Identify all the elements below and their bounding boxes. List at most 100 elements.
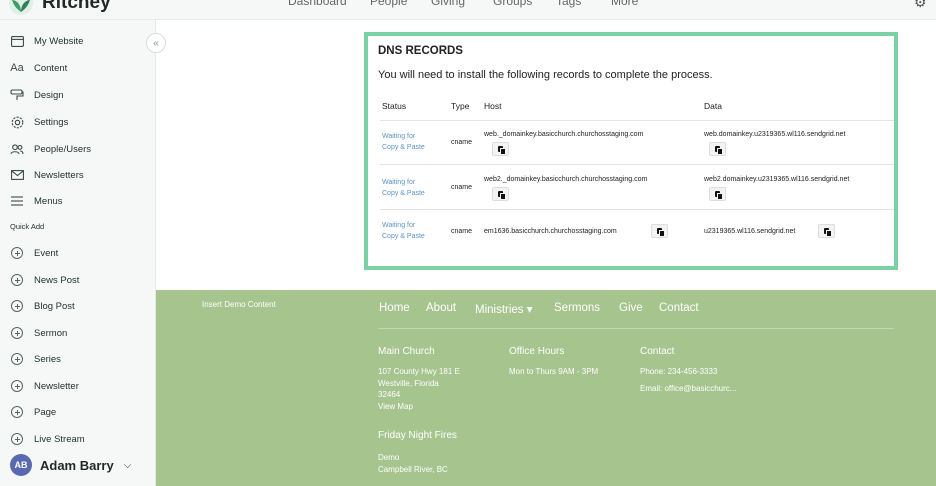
office-hours-text: Mon to Thurs 9AM - 3PM: [509, 367, 599, 376]
quick-add-newsletter[interactable]: Newsletter: [0, 374, 156, 398]
quick-add-label: Blog Post: [34, 300, 75, 312]
copy-data-button[interactable]: [818, 224, 835, 238]
sidebar-item-my-website[interactable]: My Website: [0, 29, 156, 53]
plus-circle-icon: [9, 272, 25, 288]
office-hours-heading: Office Hours: [509, 346, 565, 357]
chevron-down-icon: ⌵: [123, 459, 132, 471]
mail-icon: [9, 167, 25, 183]
quick-add-blog-post[interactable]: Blog Post: [0, 294, 156, 318]
status-link[interactable]: Waiting for Copy & Paste: [382, 177, 438, 199]
quick-add-page[interactable]: Page: [0, 400, 156, 424]
sidebar-item-design[interactable]: Design: [0, 83, 156, 107]
user-menu[interactable]: AB Adam Barry ⌵: [10, 454, 131, 476]
record-data: web.domainkey.u2319365.wl116.sendgrid.ne…: [704, 131, 846, 138]
column-header-data: Data: [704, 101, 722, 111]
sidebar-item-content[interactable]: Aa Content: [0, 56, 156, 80]
status-link[interactable]: Waiting for Copy & Paste: [382, 131, 438, 153]
quick-add-sermon[interactable]: Sermon: [0, 321, 156, 345]
dns-instructions: You will need to install the following r…: [378, 69, 713, 81]
copy-host-button[interactable]: [492, 142, 509, 156]
quick-add-label: Page: [34, 406, 57, 418]
copy-host-button[interactable]: [492, 187, 509, 201]
footer-divider: [378, 328, 894, 329]
record-host: em1636.basicchurch.churchosstaging.com: [484, 228, 617, 235]
record-data: u2319365.wl116.sendgrid.net: [704, 228, 796, 235]
contact-phone: Phone: 234-456-3333: [640, 367, 718, 376]
insert-demo-content-link[interactable]: Insert Demo Content: [202, 300, 276, 309]
quick-add-event[interactable]: Event: [0, 241, 156, 265]
brand-name: Ritchey: [42, 0, 111, 13]
sidebar-item-label: Settings: [34, 116, 69, 128]
plus-circle-icon: [9, 378, 25, 394]
record-type: cname: [451, 184, 473, 191]
plus-circle-icon: [9, 245, 25, 261]
user-name: Adam Barry: [40, 457, 114, 473]
footer-nav-contact[interactable]: Contact: [659, 302, 699, 314]
quick-add-label: Newsletter: [34, 380, 79, 392]
sidebar-item-settings[interactable]: Settings: [0, 110, 156, 134]
record-host: web2._domainkey.basicchurch.churchosstag…: [484, 176, 648, 183]
top-nav-tags[interactable]: Tags: [556, 0, 611, 8]
text-aa-icon: Aa: [10, 62, 24, 74]
plus-circle-icon: [9, 351, 25, 367]
top-nav-groups[interactable]: Groups: [493, 0, 556, 8]
footer-nav-give[interactable]: Give: [619, 302, 643, 314]
sidebar-item-label: Content: [34, 62, 68, 74]
quick-add-series[interactable]: Series: [0, 347, 156, 371]
sidebar-item-newsletters[interactable]: Newsletters: [0, 163, 156, 187]
brand-logo[interactable]: Ritchey: [8, 0, 111, 16]
record-data: web2.domainkey.u2319365.wl116.sendgrid.n…: [704, 176, 850, 183]
dns-title: DNS RECORDS: [378, 45, 463, 57]
top-nav-more[interactable]: More: [611, 0, 661, 8]
double-chevron-left-icon: «: [153, 37, 159, 49]
contact-heading: Contact: [640, 346, 675, 357]
dns-records-panel: DNS RECORDS You will need to install the…: [364, 32, 898, 270]
gear-icon[interactable]: ⚙: [914, 0, 927, 11]
view-map-link[interactable]: View Map: [378, 401, 460, 413]
site-footer-preview: Insert Demo Content Home About Ministrie…: [156, 290, 936, 486]
footer-nav-sermons[interactable]: Sermons: [554, 302, 600, 314]
friday-night-location: Demo Campbell River, BC: [378, 453, 448, 474]
sidebar-item-label: Menus: [34, 195, 63, 207]
copy-host-button[interactable]: [651, 224, 668, 238]
sidebar-item-menus[interactable]: Menus: [0, 189, 156, 213]
footer-nav-ministries[interactable]: Ministries ▾: [475, 302, 533, 316]
sidebar-item-label: Newsletters: [34, 169, 84, 181]
plus-circle-icon: [9, 298, 25, 314]
quick-add-live-stream[interactable]: Live Stream: [0, 427, 156, 451]
friday-night-heading: Friday Night Fires: [378, 430, 457, 441]
footer-nav-home[interactable]: Home: [379, 302, 410, 314]
copy-data-button[interactable]: [709, 187, 726, 201]
contact-email[interactable]: Email: office@basicchurc...: [640, 383, 736, 395]
leaf-logo-icon: [9, 0, 33, 15]
top-bar: Ritchey Dashboard People Giving Groups T…: [0, 0, 936, 20]
collapse-sidebar-button[interactable]: «: [146, 33, 166, 53]
plus-circle-icon: [9, 431, 25, 447]
top-nav-people[interactable]: People: [370, 0, 431, 8]
menu-lines-icon: [9, 193, 25, 209]
footer-nav-about[interactable]: About: [426, 302, 456, 314]
quick-add-label: Live Stream: [34, 433, 85, 445]
copy-data-button[interactable]: [709, 142, 726, 156]
quick-add-heading: Quick Add: [10, 222, 45, 231]
status-link[interactable]: Waiting for Copy & Paste: [382, 220, 438, 242]
record-type: cname: [451, 139, 473, 146]
row-divider: [380, 164, 894, 165]
sidebar-item-label: People/Users: [34, 143, 92, 155]
top-nav-dashboard[interactable]: Dashboard: [288, 0, 370, 8]
top-nav-giving[interactable]: Giving: [431, 0, 493, 8]
record-type: cname: [451, 228, 473, 235]
sidebar-item-people-users[interactable]: People/Users: [0, 137, 156, 161]
column-header-status: Status: [382, 101, 407, 111]
top-nav: Dashboard People Giving Groups Tags More: [288, 0, 661, 8]
column-header-host: Host: [484, 101, 502, 111]
settings-icon: [9, 114, 25, 130]
sidebar: My Website Aa Content Design Settings Pe…: [0, 20, 156, 486]
quick-add-label: Series: [34, 353, 61, 365]
row-divider: [380, 209, 894, 210]
row-divider: [380, 120, 894, 121]
browser-window-icon: [9, 33, 25, 49]
quick-add-label: Sermon: [34, 327, 68, 339]
quick-add-label: News Post: [34, 274, 80, 286]
quick-add-news-post[interactable]: News Post: [0, 268, 156, 292]
